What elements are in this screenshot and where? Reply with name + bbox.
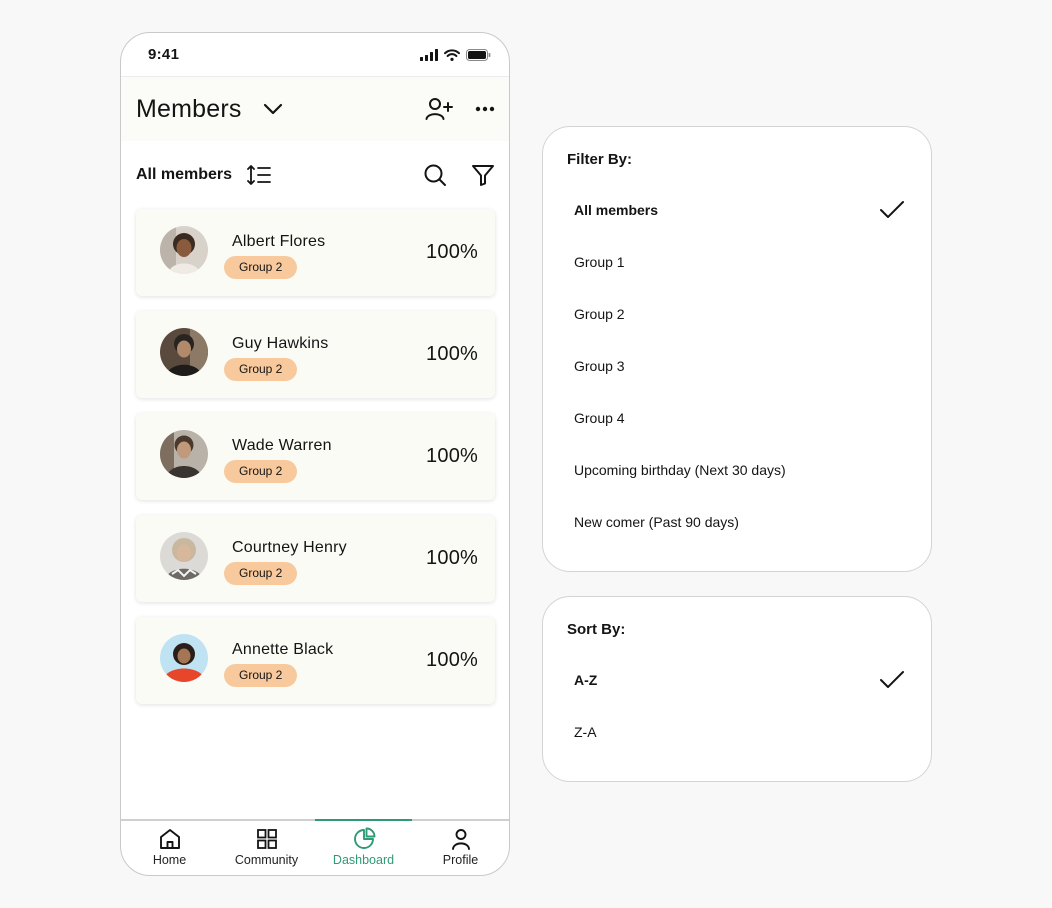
group-badge: Group 2	[224, 664, 298, 687]
sort-panel: Sort By: A-Z Z-A	[542, 596, 932, 782]
tab-home[interactable]: Home	[121, 821, 218, 875]
add-member-button[interactable]	[425, 97, 453, 121]
filter-option-group-1[interactable]: Group 1	[574, 250, 905, 274]
search-button[interactable]	[423, 163, 447, 187]
member-percent: 100%	[426, 547, 478, 569]
member-card[interactable]: Wade Warren Group 2 100%	[136, 413, 495, 500]
member-name: Courtney Henry	[232, 539, 347, 556]
page-title: Members	[136, 94, 242, 123]
app-header: Members	[121, 77, 509, 141]
member-name: Annette Black	[232, 641, 334, 658]
member-name: Wade Warren	[232, 437, 332, 454]
home-icon	[159, 829, 180, 849]
member-percent: 100%	[426, 343, 478, 365]
check-icon	[880, 671, 904, 688]
group-badge: Group 2	[224, 256, 298, 279]
member-name: Guy Hawkins	[232, 335, 329, 352]
grid-icon	[256, 829, 277, 849]
avatar	[160, 328, 208, 376]
members-dropdown[interactable]: Members	[136, 95, 284, 124]
filter-option-new-comer[interactable]: New comer (Past 90 days)	[574, 510, 905, 534]
group-badge: Group 2	[224, 358, 298, 381]
tab-dashboard[interactable]: Dashboard	[315, 819, 412, 875]
sort-option-a-z[interactable]: A-Z	[574, 668, 905, 692]
member-percent: 100%	[426, 649, 478, 671]
avatar	[160, 430, 208, 478]
status-bar: 9:41	[121, 33, 509, 77]
more-options-button[interactable]	[475, 106, 495, 112]
tab-label: Community	[234, 853, 299, 867]
member-percent: 100%	[426, 241, 478, 263]
phone-frame: 9:41 Members All members Albert Flores G…	[120, 32, 510, 876]
bottom-tab-bar: Home Community Dashboard Profile	[121, 819, 509, 875]
member-name: Albert Flores	[232, 233, 326, 250]
filter-panel-title: Filter By:	[567, 151, 633, 168]
wifi-icon	[444, 48, 460, 61]
user-icon	[451, 829, 470, 850]
filter-option-group-3[interactable]: Group 3	[574, 354, 905, 378]
more-horizontal-icon[interactable]	[475, 106, 495, 112]
filter-option-group-2[interactable]: Group 2	[574, 302, 905, 326]
sort-icon[interactable]	[246, 164, 272, 186]
filter-panel: Filter By: All members Group 1 Group 2 G…	[542, 126, 932, 572]
check-icon	[880, 201, 904, 218]
search-icon[interactable]	[423, 163, 447, 187]
tab-label: Home	[152, 853, 187, 867]
member-card[interactable]: Annette Black Group 2 100%	[136, 617, 495, 704]
tab-label: Dashboard	[332, 853, 395, 867]
tab-profile[interactable]: Profile	[412, 821, 509, 875]
battery-icon	[466, 48, 491, 61]
member-card[interactable]: Albert Flores Group 2 100%	[136, 209, 495, 296]
filter-option-group-4[interactable]: Group 4	[574, 406, 905, 430]
member-card[interactable]: Courtney Henry Group 2 100%	[136, 515, 495, 602]
avatar	[160, 226, 208, 274]
member-card[interactable]: Guy Hawkins Group 2 100%	[136, 311, 495, 398]
list-toolbar: All members	[121, 157, 509, 193]
add-user-icon[interactable]	[425, 97, 453, 121]
chevron-down-icon[interactable]	[262, 102, 284, 116]
sort-panel-title: Sort By:	[567, 621, 626, 638]
avatar	[160, 634, 208, 682]
sort-option-z-a[interactable]: Z-A	[574, 720, 905, 744]
filter-icon[interactable]	[471, 163, 495, 187]
status-time: 9:41	[148, 46, 180, 63]
filter-label: All members	[136, 166, 233, 183]
filter-option-all-members[interactable]: All members	[574, 198, 905, 222]
group-badge: Group 2	[224, 460, 298, 483]
filter-option-upcoming-birthday[interactable]: Upcoming birthday (Next 30 days)	[574, 458, 905, 482]
tab-label: Profile	[442, 853, 479, 867]
sort-button[interactable]	[246, 164, 272, 186]
filter-button[interactable]	[471, 163, 495, 187]
group-badge: Group 2	[224, 562, 298, 585]
tab-community[interactable]: Community	[218, 821, 315, 875]
avatar	[160, 532, 208, 580]
signal-icon	[420, 48, 438, 61]
pie-chart-icon	[353, 827, 375, 849]
members-list: Albert Flores Group 2 100% Guy Hawkins G…	[136, 209, 495, 719]
member-percent: 100%	[426, 445, 478, 467]
